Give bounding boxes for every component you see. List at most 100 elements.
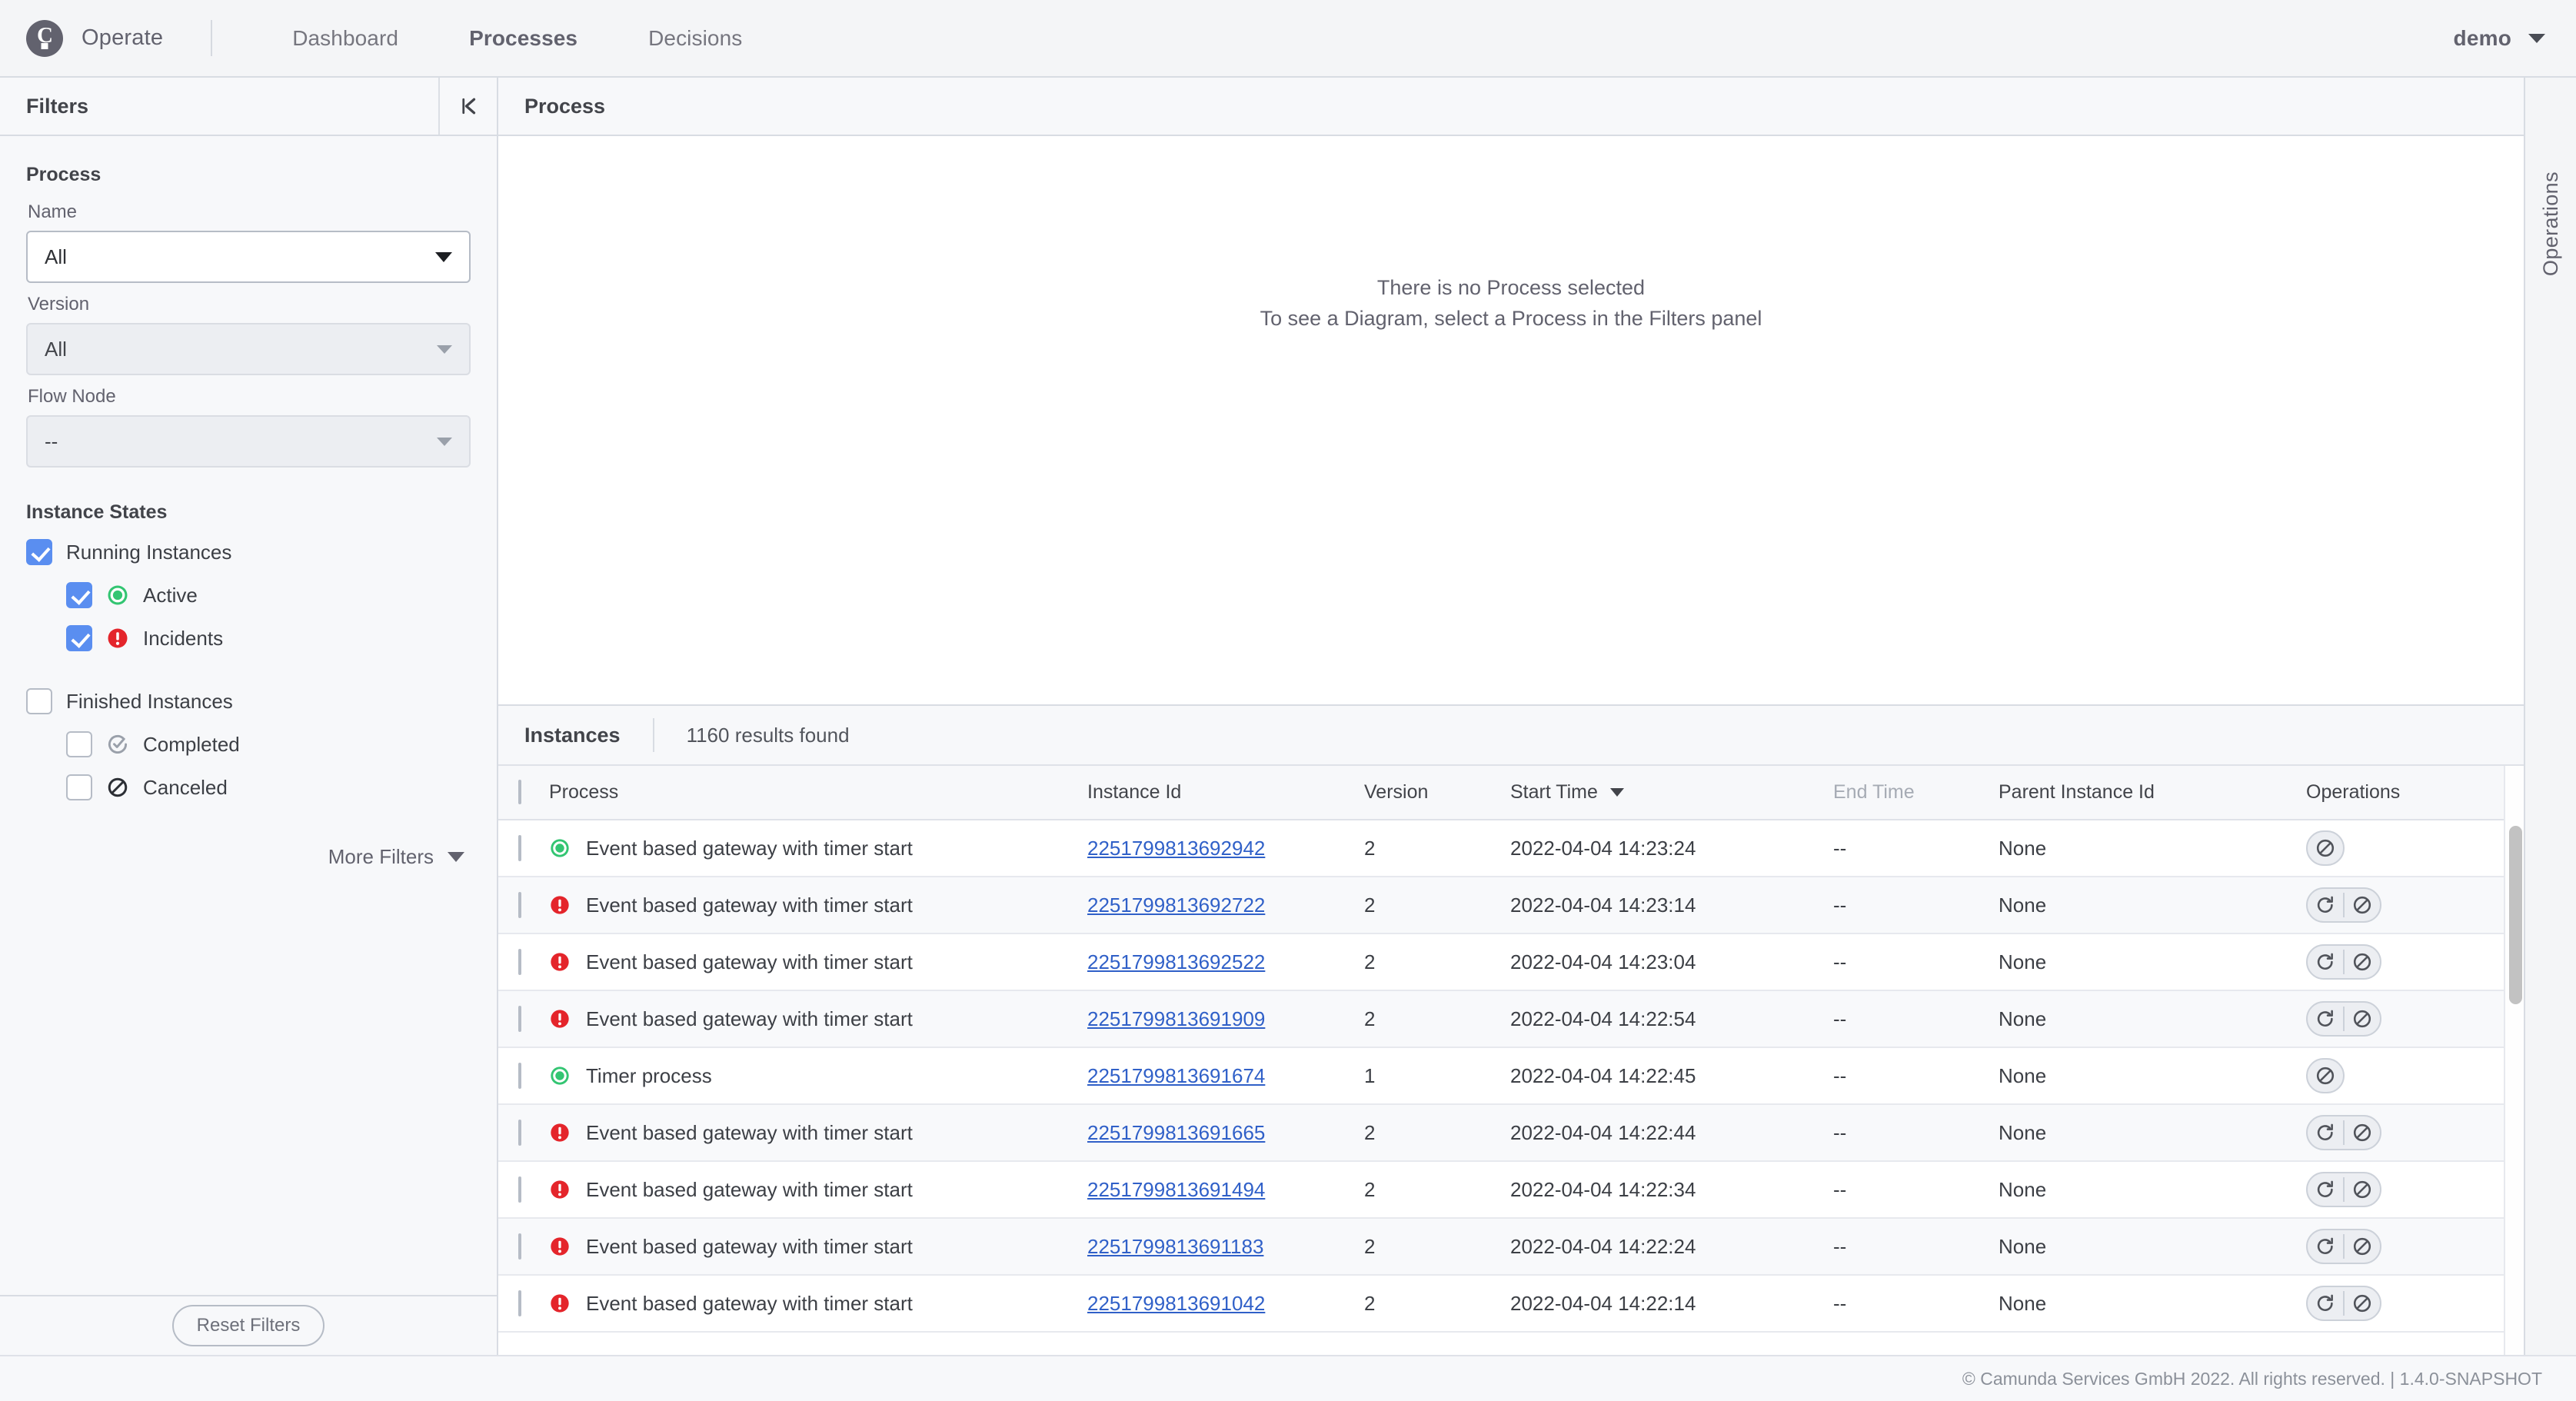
cancel-instance-button[interactable] xyxy=(2308,832,2343,864)
cell-parent-instance-id: None xyxy=(1999,877,2306,933)
operations-panel-toggle[interactable]: Operations xyxy=(2524,78,2576,1355)
table-row[interactable]: Event based gateway with timer start2251… xyxy=(498,990,2504,1047)
cancel-instance-button[interactable] xyxy=(2345,1230,2380,1263)
table-row[interactable]: Event based gateway with timer start2251… xyxy=(498,1104,2504,1161)
table-row[interactable]: Event based gateway with timer start2251… xyxy=(498,820,2504,877)
chevron-down-icon xyxy=(448,852,464,862)
checkbox-row-select[interactable] xyxy=(518,1063,521,1089)
table-scrollbar-thumb[interactable] xyxy=(2509,826,2522,1004)
checkbox-running-instances[interactable] xyxy=(26,539,52,565)
instance-id-link[interactable]: 2251799813691665 xyxy=(1087,1121,1265,1144)
checkbox-canceled[interactable] xyxy=(66,774,92,800)
table-row[interactable]: Event based gateway with timer start2251… xyxy=(498,1218,2504,1275)
cell-start-time: 2022-04-04 14:22:44 xyxy=(1510,1104,1833,1161)
cell-process: Event based gateway with timer start xyxy=(549,990,1087,1047)
table-row[interactable]: Event based gateway with timer start2251… xyxy=(498,1161,2504,1218)
checkbox-row-select[interactable] xyxy=(518,1006,521,1032)
instance-id-link[interactable]: 2251799813691674 xyxy=(1087,1064,1265,1087)
instance-id-link[interactable]: 2251799813691183 xyxy=(1087,1235,1263,1258)
row-select-cell xyxy=(498,933,549,990)
retry-instance-button[interactable] xyxy=(2308,946,2343,978)
checkbox-select-all[interactable] xyxy=(518,780,521,804)
cancel-instance-button[interactable] xyxy=(2345,1173,2380,1206)
filter-completed[interactable]: Completed xyxy=(66,731,471,757)
nav-tab-processes[interactable]: Processes xyxy=(434,26,613,51)
table-row[interactable]: Timer process225179981369167412022-04-04… xyxy=(498,1047,2504,1104)
reset-filters-button[interactable]: Reset Filters xyxy=(172,1305,325,1346)
operations-button-group xyxy=(2306,1058,2345,1093)
checkbox-incidents[interactable] xyxy=(66,625,92,651)
checkbox-row-select[interactable] xyxy=(518,1233,521,1260)
retry-instance-button[interactable] xyxy=(2308,1230,2343,1263)
checkbox-row-select[interactable] xyxy=(518,949,521,975)
th-end-time[interactable]: End Time xyxy=(1833,766,1999,820)
process-version-select[interactable]: All xyxy=(26,323,471,375)
retry-instance-button[interactable] xyxy=(2308,1116,2343,1149)
cell-version: 2 xyxy=(1364,990,1510,1047)
instance-id-link[interactable]: 2251799813691042 xyxy=(1087,1292,1265,1315)
retry-instance-button[interactable] xyxy=(2308,1003,2343,1035)
operations-cell xyxy=(2306,944,2504,980)
flow-node-select[interactable]: -- xyxy=(26,415,471,468)
chevron-down-icon xyxy=(437,345,452,354)
filter-finished-instances[interactable]: Finished Instances xyxy=(26,688,471,714)
logo-dot xyxy=(42,43,48,49)
instance-id-link[interactable]: 2251799813692522 xyxy=(1087,950,1265,973)
brand-area[interactable]: C Operate xyxy=(18,20,163,57)
cancel-instance-button[interactable] xyxy=(2345,1116,2380,1149)
table-row[interactable]: Event based gateway with timer start2251… xyxy=(498,933,2504,990)
label-canceled: Canceled xyxy=(143,776,228,800)
th-parent-instance-id[interactable]: Parent Instance Id xyxy=(1999,766,2306,820)
label-incidents: Incidents xyxy=(143,627,223,651)
retry-instance-button[interactable] xyxy=(2308,889,2343,921)
main-nav: Dashboard Processes Decisions xyxy=(257,26,777,51)
operations-button-group xyxy=(2306,944,2381,980)
checkbox-active[interactable] xyxy=(66,582,92,608)
more-filters-button[interactable]: More Filters xyxy=(26,845,471,869)
operations-button-group xyxy=(2306,1229,2381,1264)
cancel-instance-button[interactable] xyxy=(2308,1060,2343,1092)
operations-button-group xyxy=(2306,1286,2381,1321)
retry-icon xyxy=(2315,1008,2336,1030)
th-process[interactable]: Process xyxy=(549,766,1087,820)
retry-instance-button[interactable] xyxy=(2308,1287,2343,1319)
checkbox-row-select[interactable] xyxy=(518,1290,521,1316)
process-name: Timer process xyxy=(586,1064,712,1088)
cell-operations xyxy=(2306,877,2504,933)
cancel-instance-button[interactable] xyxy=(2345,1003,2380,1035)
operations-button-group xyxy=(2306,1001,2381,1037)
instance-id-link[interactable]: 2251799813692722 xyxy=(1087,894,1265,917)
th-instance-id[interactable]: Instance Id xyxy=(1087,766,1364,820)
cancel-instance-button[interactable] xyxy=(2345,1287,2380,1319)
cell-instance-id: 2251799813691674 xyxy=(1087,1047,1364,1104)
retry-instance-button[interactable] xyxy=(2308,1173,2343,1206)
nav-tab-dashboard[interactable]: Dashboard xyxy=(257,26,434,51)
collapse-panel-button[interactable] xyxy=(438,78,497,135)
checkbox-completed[interactable] xyxy=(66,731,92,757)
table-row[interactable]: Event based gateway with timer start2251… xyxy=(498,1275,2504,1332)
table-scrollbar[interactable] xyxy=(2504,766,2524,1355)
nav-tab-decisions[interactable]: Decisions xyxy=(613,26,777,51)
filter-running-instances[interactable]: Running Instances xyxy=(26,539,471,565)
checkbox-finished-instances[interactable] xyxy=(26,688,52,714)
th-start-time[interactable]: Start Time xyxy=(1510,766,1833,820)
instance-id-link[interactable]: 2251799813691494 xyxy=(1087,1178,1265,1201)
checkbox-row-select[interactable] xyxy=(518,835,521,861)
checkbox-row-select[interactable] xyxy=(518,1120,521,1146)
cancel-icon xyxy=(2351,894,2373,916)
instance-id-link[interactable]: 2251799813691909 xyxy=(1087,1007,1265,1030)
cancel-instance-button[interactable] xyxy=(2345,946,2380,978)
cell-operations xyxy=(2306,1104,2504,1161)
user-menu[interactable]: demo xyxy=(2454,26,2550,51)
filter-active[interactable]: Active xyxy=(66,582,471,608)
instance-id-link[interactable]: 2251799813692942 xyxy=(1087,837,1265,860)
retry-icon xyxy=(2315,951,2336,973)
th-version[interactable]: Version xyxy=(1364,766,1510,820)
table-row[interactable]: Event based gateway with timer start2251… xyxy=(498,877,2504,933)
cancel-instance-button[interactable] xyxy=(2345,889,2380,921)
filter-canceled[interactable]: Canceled xyxy=(66,774,471,800)
process-name-select[interactable]: All xyxy=(26,231,471,283)
checkbox-row-select[interactable] xyxy=(518,1176,521,1203)
filter-incidents[interactable]: Incidents xyxy=(66,625,471,651)
checkbox-row-select[interactable] xyxy=(518,892,521,918)
